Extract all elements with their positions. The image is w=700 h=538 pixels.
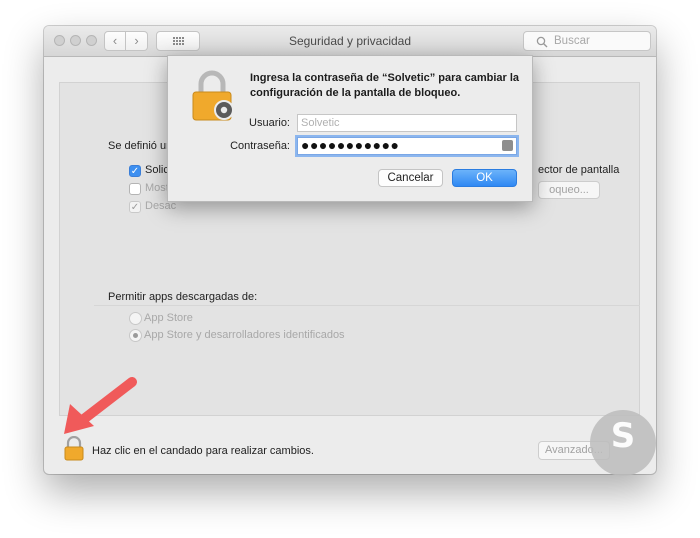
user-field[interactable]: Solvetic xyxy=(297,114,517,132)
watermark-logo: S xyxy=(590,410,656,476)
section-divider xyxy=(94,305,640,306)
key-icon[interactable] xyxy=(502,140,513,151)
password-label: Contraseña: xyxy=(230,140,290,152)
radio-label-app-store: App Store xyxy=(144,312,193,324)
section-label: Se definió un xyxy=(108,140,173,152)
lock-message-button[interactable]: oqueo... xyxy=(538,181,600,199)
search-placeholder: Buscar xyxy=(554,35,590,47)
lock-icon[interactable] xyxy=(63,436,85,462)
lock-icon xyxy=(192,70,234,121)
user-label: Usuario: xyxy=(249,117,290,129)
screensaver-label: ector de pantalla xyxy=(538,164,620,176)
arrow-annotation xyxy=(64,377,137,434)
password-field[interactable]: ●●●●●●●●●●● xyxy=(297,137,517,155)
radio-app-store[interactable] xyxy=(129,312,142,325)
option-checkbox-2[interactable] xyxy=(129,183,141,195)
title-bar: ‹ › Seguridad y privacidad Buscar xyxy=(44,26,656,57)
downloads-label: Permitir apps descargadas de: xyxy=(108,291,258,303)
password-value: ●●●●●●●●●●● xyxy=(301,137,400,153)
search-field[interactable]: Buscar xyxy=(523,31,651,51)
ok-button[interactable]: OK xyxy=(452,169,517,187)
dialog-message: Ingresa la contraseña de “Solvetic” para… xyxy=(250,72,520,99)
search-icon xyxy=(536,36,548,48)
radio-label-app-store-identified: App Store y desarrolladores identificado… xyxy=(144,329,345,341)
option-checkbox-3[interactable]: ✓ xyxy=(129,201,141,213)
radio-app-store-identified[interactable] xyxy=(129,329,142,342)
password-dialog: Ingresa la contraseña de “Solvetic” para… xyxy=(167,55,533,202)
option-checkbox-1[interactable]: ✓ xyxy=(129,165,141,177)
cancel-button[interactable]: Cancelar xyxy=(378,169,443,187)
lock-hint-text: Haz clic en el candado para realizar cam… xyxy=(92,445,314,457)
